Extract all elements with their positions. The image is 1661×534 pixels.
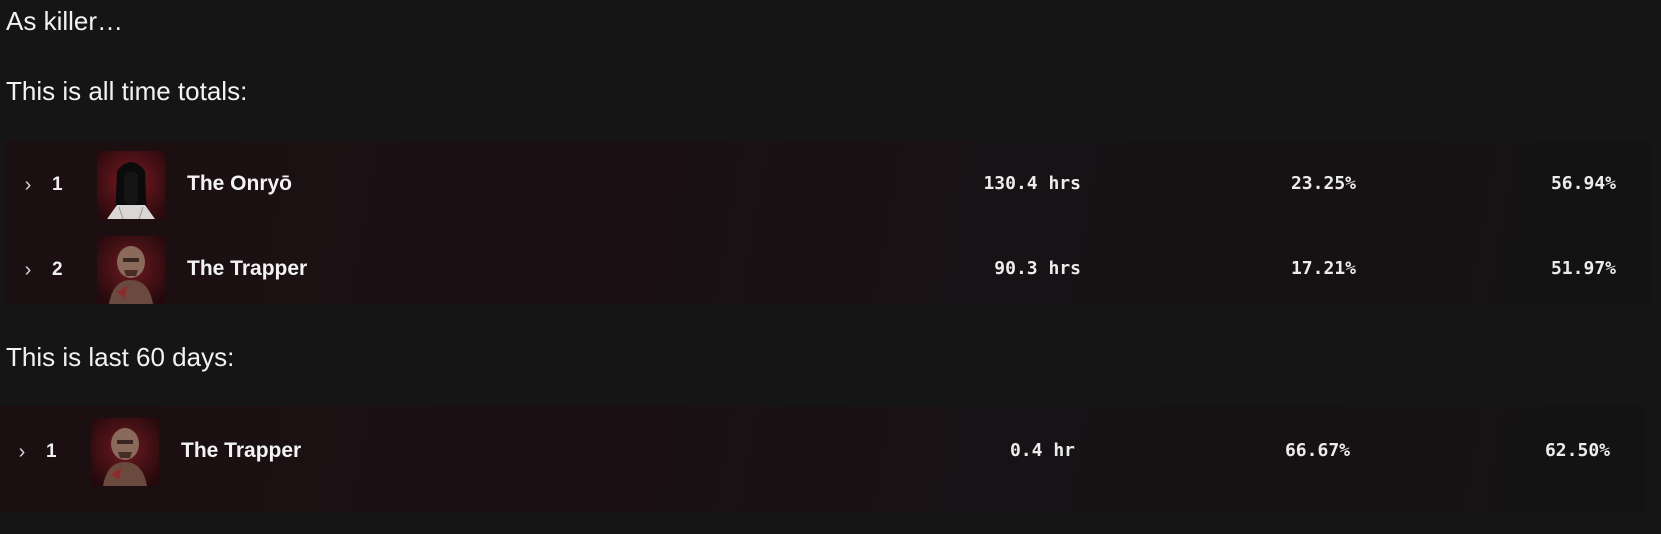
killer-table-last-60-days: › 1 The Trapper 0.4 hr 66.67% 62.50% (0, 406, 1646, 512)
play-time: 0.4 hr (1009, 440, 1075, 461)
rank: 1 (46, 441, 57, 462)
killer-name: The Trapper (181, 439, 302, 462)
table-row[interactable]: › 1 The Trapper 0.4 hr 66.67% 62.50% (0, 408, 1646, 496)
intro-text: As killer… (6, 6, 124, 36)
section-heading-last-60-days: This is last 60 days: (6, 342, 235, 372)
win-rate: 51.97% (1550, 258, 1616, 279)
win-rate: 62.50% (1544, 440, 1610, 461)
rank: 2 (52, 259, 63, 280)
killer-name: The Onryō (187, 172, 293, 195)
play-time: 130.4 hrs (983, 173, 1081, 194)
win-rate: 56.94% (1550, 173, 1616, 194)
table-row[interactable]: › 1 The Onryō 130.4 hrs 23.25% 56.94% (6, 141, 1652, 229)
trapper-portrait-icon (97, 236, 165, 304)
table-row[interactable]: › 2 The Trapper 90.3 hrs 17.21% 51.97% (6, 226, 1652, 314)
pick-rate: 23.25% (1290, 173, 1356, 194)
pick-rate: 66.67% (1284, 440, 1350, 461)
onryo-portrait-icon (97, 151, 165, 219)
chevron-right-icon[interactable]: › (18, 256, 38, 284)
pick-rate: 17.21% (1290, 258, 1356, 279)
killer-name: The Trapper (187, 257, 308, 280)
killer-table-all-time: › 1 The Onryō 130.4 hrs 23.25% 56.94% › … (6, 141, 1652, 304)
trapper-portrait-icon (91, 418, 159, 486)
rank: 1 (52, 174, 63, 195)
page: As killer… This is all time totals: › 1 (0, 0, 1661, 534)
chevron-right-icon[interactable]: › (18, 171, 38, 199)
section-heading-all-time: This is all time totals: (6, 76, 248, 106)
play-time: 90.3 hrs (994, 258, 1081, 279)
chevron-right-icon[interactable]: › (12, 438, 32, 466)
